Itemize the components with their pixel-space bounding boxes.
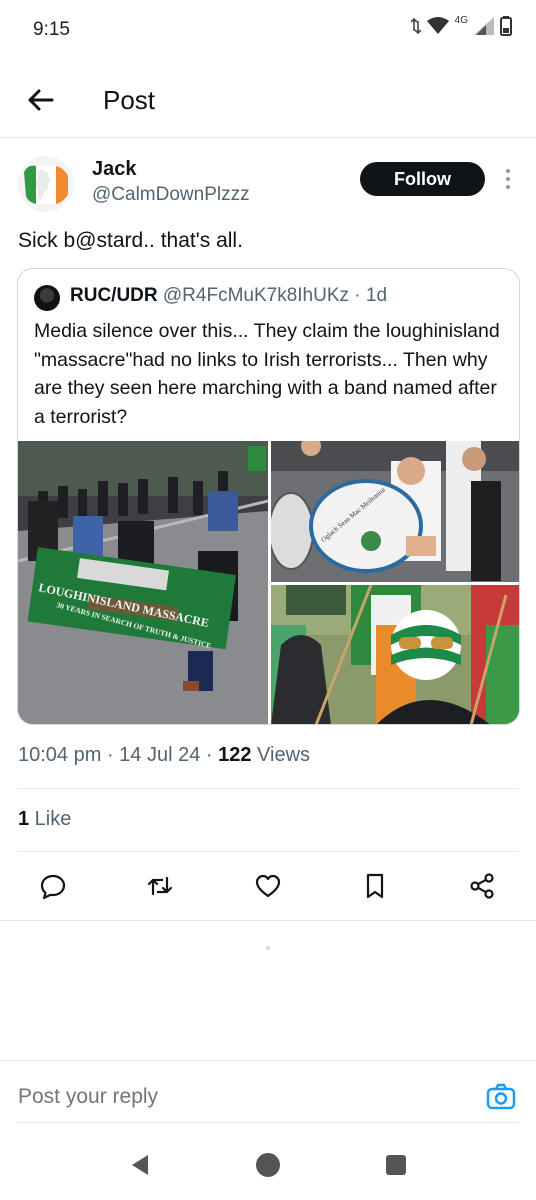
views-count[interactable]: 122 [218,744,251,766]
battery-icon [500,16,512,36]
quoted-post-age: · 1d [354,285,388,306]
bookmark-icon[interactable] [359,870,391,902]
post-time: 10:04 pm · 14 Jul 24 · [18,744,219,766]
data-arrows-icon [410,17,421,35]
quoted-post-text: Media silence over this... They claim th… [34,320,500,428]
reply-bar [0,1060,536,1124]
divider [18,851,518,852]
action-bar [0,866,536,906]
quoted-header: RUC/UDR @R4FcMuK7k8IhUKz · 1d [70,285,387,307]
reply-input[interactable] [18,1085,438,1109]
media-grid: LOUGHINISLAND MASSACRE 30 YEARS IN SEARC… [18,441,519,724]
system-nav-bar [0,1130,536,1200]
status-icons: 4G [410,14,512,36]
divider [18,788,518,789]
nav-recents-icon[interactable] [381,1150,411,1180]
post-text: Sick b@stard.. that's all. [18,229,243,252]
top-app-bar: Post [0,62,536,138]
post-timestamp: 10:04 pm · 14 Jul 24 · 122 Views [18,744,310,767]
nav-back-icon[interactable] [125,1150,155,1180]
arrow-left-icon [28,89,54,111]
signal-icon [474,17,494,35]
quoted-author-handle: @R4FcMuK7k8IhUKz [162,285,350,306]
media-photo-banner-march[interactable]: LOUGHINISLAND MASSACRE 30 YEARS IN SEARC… [18,441,268,724]
irish-flag-icon [18,156,74,212]
likes-count: 1 [18,808,30,830]
share-icon[interactable] [466,870,498,902]
divider [18,1122,518,1123]
likes-label: Like [29,808,72,830]
views-label: Views [251,744,311,766]
avatar[interactable] [18,156,74,212]
nav-home-icon[interactable] [253,1150,283,1180]
status-bar: 9:15 4G [0,0,536,62]
more-options-icon[interactable] [498,164,518,194]
like-icon[interactable] [252,870,284,902]
page-title: Post [103,85,156,115]
repost-icon[interactable] [144,870,176,902]
network-type: 4G [454,14,468,26]
quoted-author-name: RUC/UDR [70,285,158,306]
camera-icon[interactable] [486,1083,516,1111]
status-time: 9:15 [33,19,70,40]
author-name[interactable]: Jack [92,158,137,181]
wifi-icon [426,17,449,34]
likes-summary[interactable]: 1 Like [18,808,71,831]
divider [0,920,536,921]
follow-button[interactable]: Follow [360,162,485,196]
back-button[interactable] [22,82,58,118]
quoted-avatar [34,285,60,311]
author-handle[interactable]: @CalmDownPlzzz [92,184,250,206]
loading-indicator [266,946,270,950]
media-photo-drummer[interactable]: Oglach Sean Mac Meileanna [271,441,519,582]
media-photo-masked-marcher[interactable] [271,585,519,724]
reply-icon[interactable] [37,870,69,902]
quoted-post[interactable]: RUC/UDR @R4FcMuK7k8IhUKz · 1d Media sile… [17,268,520,725]
